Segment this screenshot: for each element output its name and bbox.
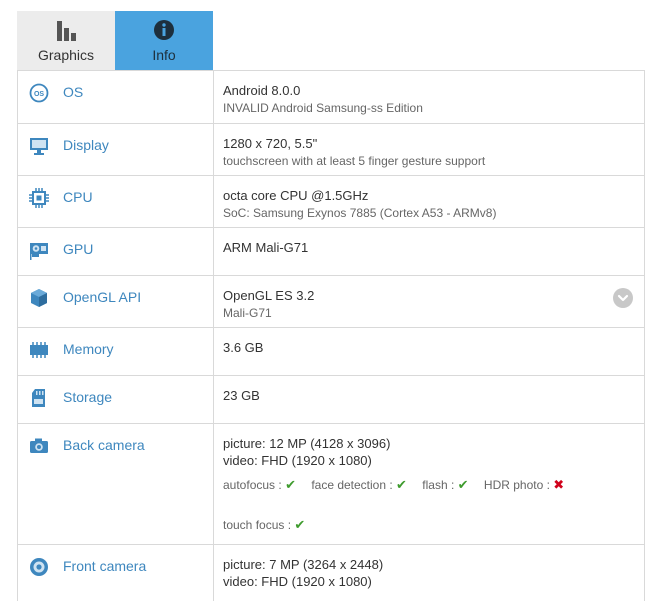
chevron-down-icon [617,294,629,302]
cpu-soc: SoC: Samsung Exynos 7885 (Cortex A53 - A… [223,206,497,220]
opengl-version: OpenGL ES 3.2 [223,288,315,303]
tab-bar: Graphics Info [17,11,213,70]
gpu-card-icon [30,243,48,260]
os-edition: INVALID Android Samsung-ss Edition [223,101,423,115]
svg-text:OS: OS [34,91,44,98]
bar-chart-icon [57,21,76,41]
table-row-memory: Memory 3.6 GB [18,328,644,376]
table-row-gpu: GPU ARM Mali-G71 [18,228,644,276]
table-row-display: Display 1280 x 720, 5.5" touchscreen wit… [18,124,644,176]
cross-icon: ✖ [553,477,565,492]
feature-face-detection: face detection : ✔ [311,477,407,492]
front-camera-video: video: FHD (1920 x 1080) [223,574,372,589]
check-icon: ✔ [396,477,407,492]
table-row-os: OS OS Android 8.0.0 INVALID Android Sams… [18,71,644,124]
expand-button[interactable] [613,288,633,308]
cube-icon [31,289,47,307]
gpu-model: ARM Mali-G71 [223,240,309,255]
feature-autofocus: autofocus : ✔ [223,477,296,492]
front-camera-picture: picture: 7 MP (3264 x 2448) [223,557,384,572]
check-icon: ✔ [457,477,469,492]
sd-card-icon [32,389,45,407]
cpu-cores: octa core CPU @1.5GHz [223,188,369,203]
feature-flash: flash : ✔ [422,477,469,492]
gpu-label: GPU [63,241,94,257]
camera-icon [30,438,48,453]
tab-info[interactable]: Info [115,11,213,70]
display-label: Display [63,137,109,153]
info-icon [154,20,174,40]
display-touch-info: touchscreen with at least 5 finger gestu… [223,154,486,168]
os-icon: OS [29,83,49,103]
tab-graphics[interactable]: Graphics [17,11,115,70]
back-camera-picture: picture: 12 MP (4128 x 3096) [223,436,391,451]
table-row-front-camera: Front camera picture: 7 MP (3264 x 2448)… [18,545,644,601]
table-row-cpu: CPU octa core CPU @1.5GHz SoC: Samsung E… [18,176,644,228]
table-row-back-camera: Back camera picture: 12 MP (4128 x 3096)… [18,424,644,545]
opengl-label: OpenGL API [63,289,142,305]
back-camera-features: autofocus : ✔ face detection : ✔ flash :… [223,475,644,535]
feature-hdr-photo: HDR photo : ✖ [483,477,565,492]
cpu-label: CPU [63,189,93,205]
front-camera-icon [30,558,48,576]
storage-size: 23 GB [223,388,260,403]
check-icon: ✔ [294,517,306,532]
table-row-opengl: OpenGL API OpenGL ES 3.2 Mali-G71 [18,276,644,328]
tab-graphics-label: Graphics [37,47,95,63]
os-version: Android 8.0.0 [223,83,301,98]
memory-label: Memory [63,341,114,357]
storage-label: Storage [63,389,113,405]
opengl-renderer: Mali-G71 [223,306,272,320]
memory-chip-icon [30,342,48,358]
device-info-table: OS OS Android 8.0.0 INVALID Android Sams… [17,70,645,601]
back-camera-video: video: FHD (1920 x 1080) [223,453,372,468]
tab-info-label: Info [152,47,176,63]
back-camera-label: Back camera [63,437,145,453]
cpu-chip-icon [29,188,49,208]
os-label: OS [63,84,84,100]
front-camera-label: Front camera [63,558,147,574]
memory-size: 3.6 GB [223,340,264,355]
display-resolution: 1280 x 720, 5.5" [223,136,318,151]
check-icon: ✔ [285,477,296,492]
feature-touch-focus: touch focus : ✔ [223,517,306,532]
monitor-icon [30,138,48,155]
table-row-storage: Storage 23 GB [18,376,644,424]
